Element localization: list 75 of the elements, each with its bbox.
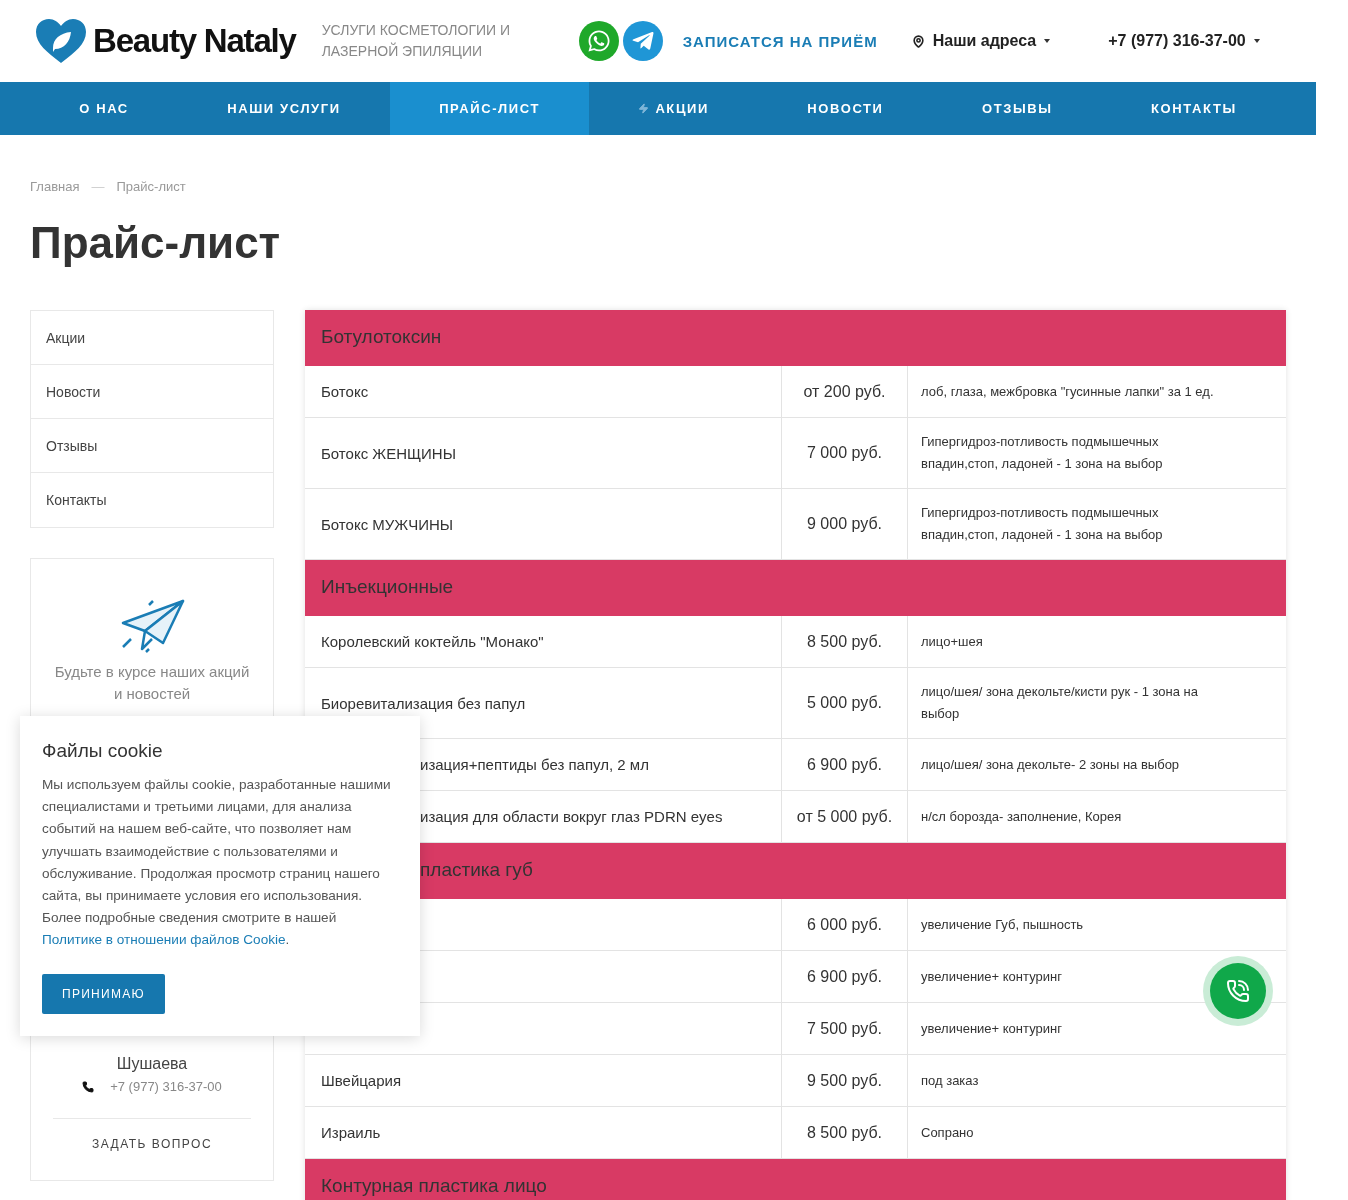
nav-tab[interactable]: АКЦИИ	[589, 82, 759, 135]
service-note: увеличение+ контуринг	[921, 967, 1062, 986]
group-title: Контурная пластика лицо	[321, 1175, 547, 1197]
service-name: Ботокс МУЖЧИНЫ	[321, 515, 454, 533]
nav-tab[interactable]: НАШИ УСЛУГИ	[178, 82, 390, 135]
page-title: Прайс-лист	[30, 218, 282, 268]
service-note: увеличение+ контуринг	[921, 1019, 1062, 1038]
caret-icon	[1253, 39, 1260, 43]
breadcrumb-link[interactable]: Главная	[30, 179, 80, 194]
price: 9 500 руб.	[807, 1071, 882, 1090]
group-title: пластика губ	[420, 859, 533, 881]
service-note: под заказ	[921, 1071, 979, 1090]
service-name: Израиль	[321, 1124, 381, 1141]
whatsapp-icon[interactable]	[578, 21, 619, 61]
accept-button[interactable]: ПРИНИМАЮ	[42, 973, 165, 1014]
service-name: Ботокс ЖЕНЩИНЫ	[321, 444, 456, 462]
ask-question-link[interactable]: ЗАДАТЬ ВОПРОС	[91, 1137, 213, 1151]
price: 7 000 руб.	[807, 444, 882, 462]
service-note: лицо/шея/ зона декольте- 2 зоны на выбор	[921, 755, 1180, 774]
service-name: изация+пептиды без папул, 2 мл	[420, 756, 649, 773]
cookie-title: Файлы cookie	[42, 740, 164, 762]
price: 7 500 руб.	[807, 1019, 882, 1038]
service-name: Ботокс	[321, 383, 369, 400]
service-note: н/сл борозда- заполнение, Корея	[921, 807, 1122, 826]
price: от 200 руб.	[803, 382, 886, 401]
service-name: Швейцария	[321, 1072, 402, 1089]
service-note: лоб, глаза, межбровка "гусинные лапки" за 1 ед.	[921, 382, 1214, 401]
service-note: Сопрано	[921, 1123, 974, 1142]
caret-icon	[1044, 39, 1051, 43]
service-name: Королевский коктейль "Монако"	[321, 633, 544, 650]
booking-link[interactable]: ЗАПИСАТСЯ НА ПРИЁМ	[682, 32, 878, 50]
nav-tab[interactable]: ОТЗЫВЫ	[932, 82, 1102, 135]
cookie-policy-link[interactable]: Политике в отношении файлов Cookie	[42, 932, 286, 948]
service-note: лицо/шея/ зона декольте/кисти рук - 1 зона на выбор	[921, 683, 1199, 723]
service-note: увеличение Губ, пышность	[921, 915, 1084, 934]
group-title: Инъекционные	[321, 576, 454, 598]
service-note: лицо+шея	[921, 632, 983, 651]
logo-text[interactable]: Beauty Nataly	[93, 21, 296, 61]
sidebar-menu-item[interactable]: Акции	[31, 311, 273, 365]
service-note: Гипергидроз-потливость подмышечных впадин,стоп, ладоней - 1 зона на выбор	[921, 504, 1164, 544]
contact-name: Шушаева	[116, 1055, 188, 1073]
location-pin-icon	[911, 34, 925, 48]
lightning-icon	[638, 103, 650, 114]
nav-tab[interactable]: НОВОСТИ	[758, 82, 933, 135]
subscribe-text: Будьте в курсе наших акций и новостей	[53, 662, 251, 704]
service-note: Гипергидроз-потливость подмышечных впадин,стоп, ладоней - 1 зона на выбор	[921, 433, 1164, 473]
service-name: изация для области вокруг глаз PDRN eyes	[420, 808, 723, 825]
nav-tab[interactable]: О НАС	[30, 82, 178, 135]
sidebar-menu-item[interactable]: Контакты	[31, 473, 273, 527]
price: 6 000 руб.	[807, 915, 882, 934]
price: 5 000 руб.	[807, 694, 882, 712]
tagline: УСЛУГИ КОСМЕТОЛОГИИ И ЛАЗЕРНОЙ ЭПИЛЯЦИИ	[321, 21, 512, 61]
addresses-dropdown[interactable]: Наши адреса	[911, 32, 1051, 50]
group-title: Ботулотоксин	[321, 326, 442, 348]
cookie-text: Мы используем файлы cookie, разработанные нашими специалистами и третьими лицами, для анализа событий на нашем веб-сайте, что позволяет нам улучшать взаимодействие с пользователями и обслуживание. Продолжая просмотр страниц нашего сайта, вы принимаете условия его использования. Более подробные сведения смотрите в нашей Политике в отношении файлов Cookie.	[42, 776, 392, 950]
phone-call-icon	[1226, 979, 1250, 1003]
phone-icon	[82, 1080, 95, 1093]
paper-plane-icon	[119, 599, 185, 653]
phone-dropdown[interactable]: +7 (977) 316-37-00	[1108, 32, 1260, 50]
breadcrumb-link[interactable]: Прайс-лист	[116, 179, 186, 194]
heart-logo-icon	[35, 18, 87, 64]
price: 6 900 руб.	[807, 755, 882, 774]
nav-tab[interactable]: ПРАЙС-ЛИСТ	[389, 82, 590, 135]
price: 6 900 руб.	[807, 967, 882, 986]
sidebar-menu-item[interactable]: Новости	[31, 365, 273, 419]
price: от 5 000 руб.	[796, 807, 893, 826]
price: 9 000 руб.	[807, 515, 882, 533]
service-name: Биоревитализация без папул	[321, 694, 526, 712]
telegram-icon[interactable]	[622, 21, 663, 61]
contact-phone[interactable]: +7 (977) 316-37-00	[110, 1079, 222, 1094]
sidebar-menu-item[interactable]: Отзывы	[31, 419, 273, 473]
breadcrumb-separator: —	[91, 179, 105, 194]
nav-tab[interactable]: КОНТАКТЫ	[1101, 82, 1286, 135]
price: 8 500 руб.	[807, 632, 882, 651]
price: 8 500 руб.	[807, 1123, 882, 1142]
